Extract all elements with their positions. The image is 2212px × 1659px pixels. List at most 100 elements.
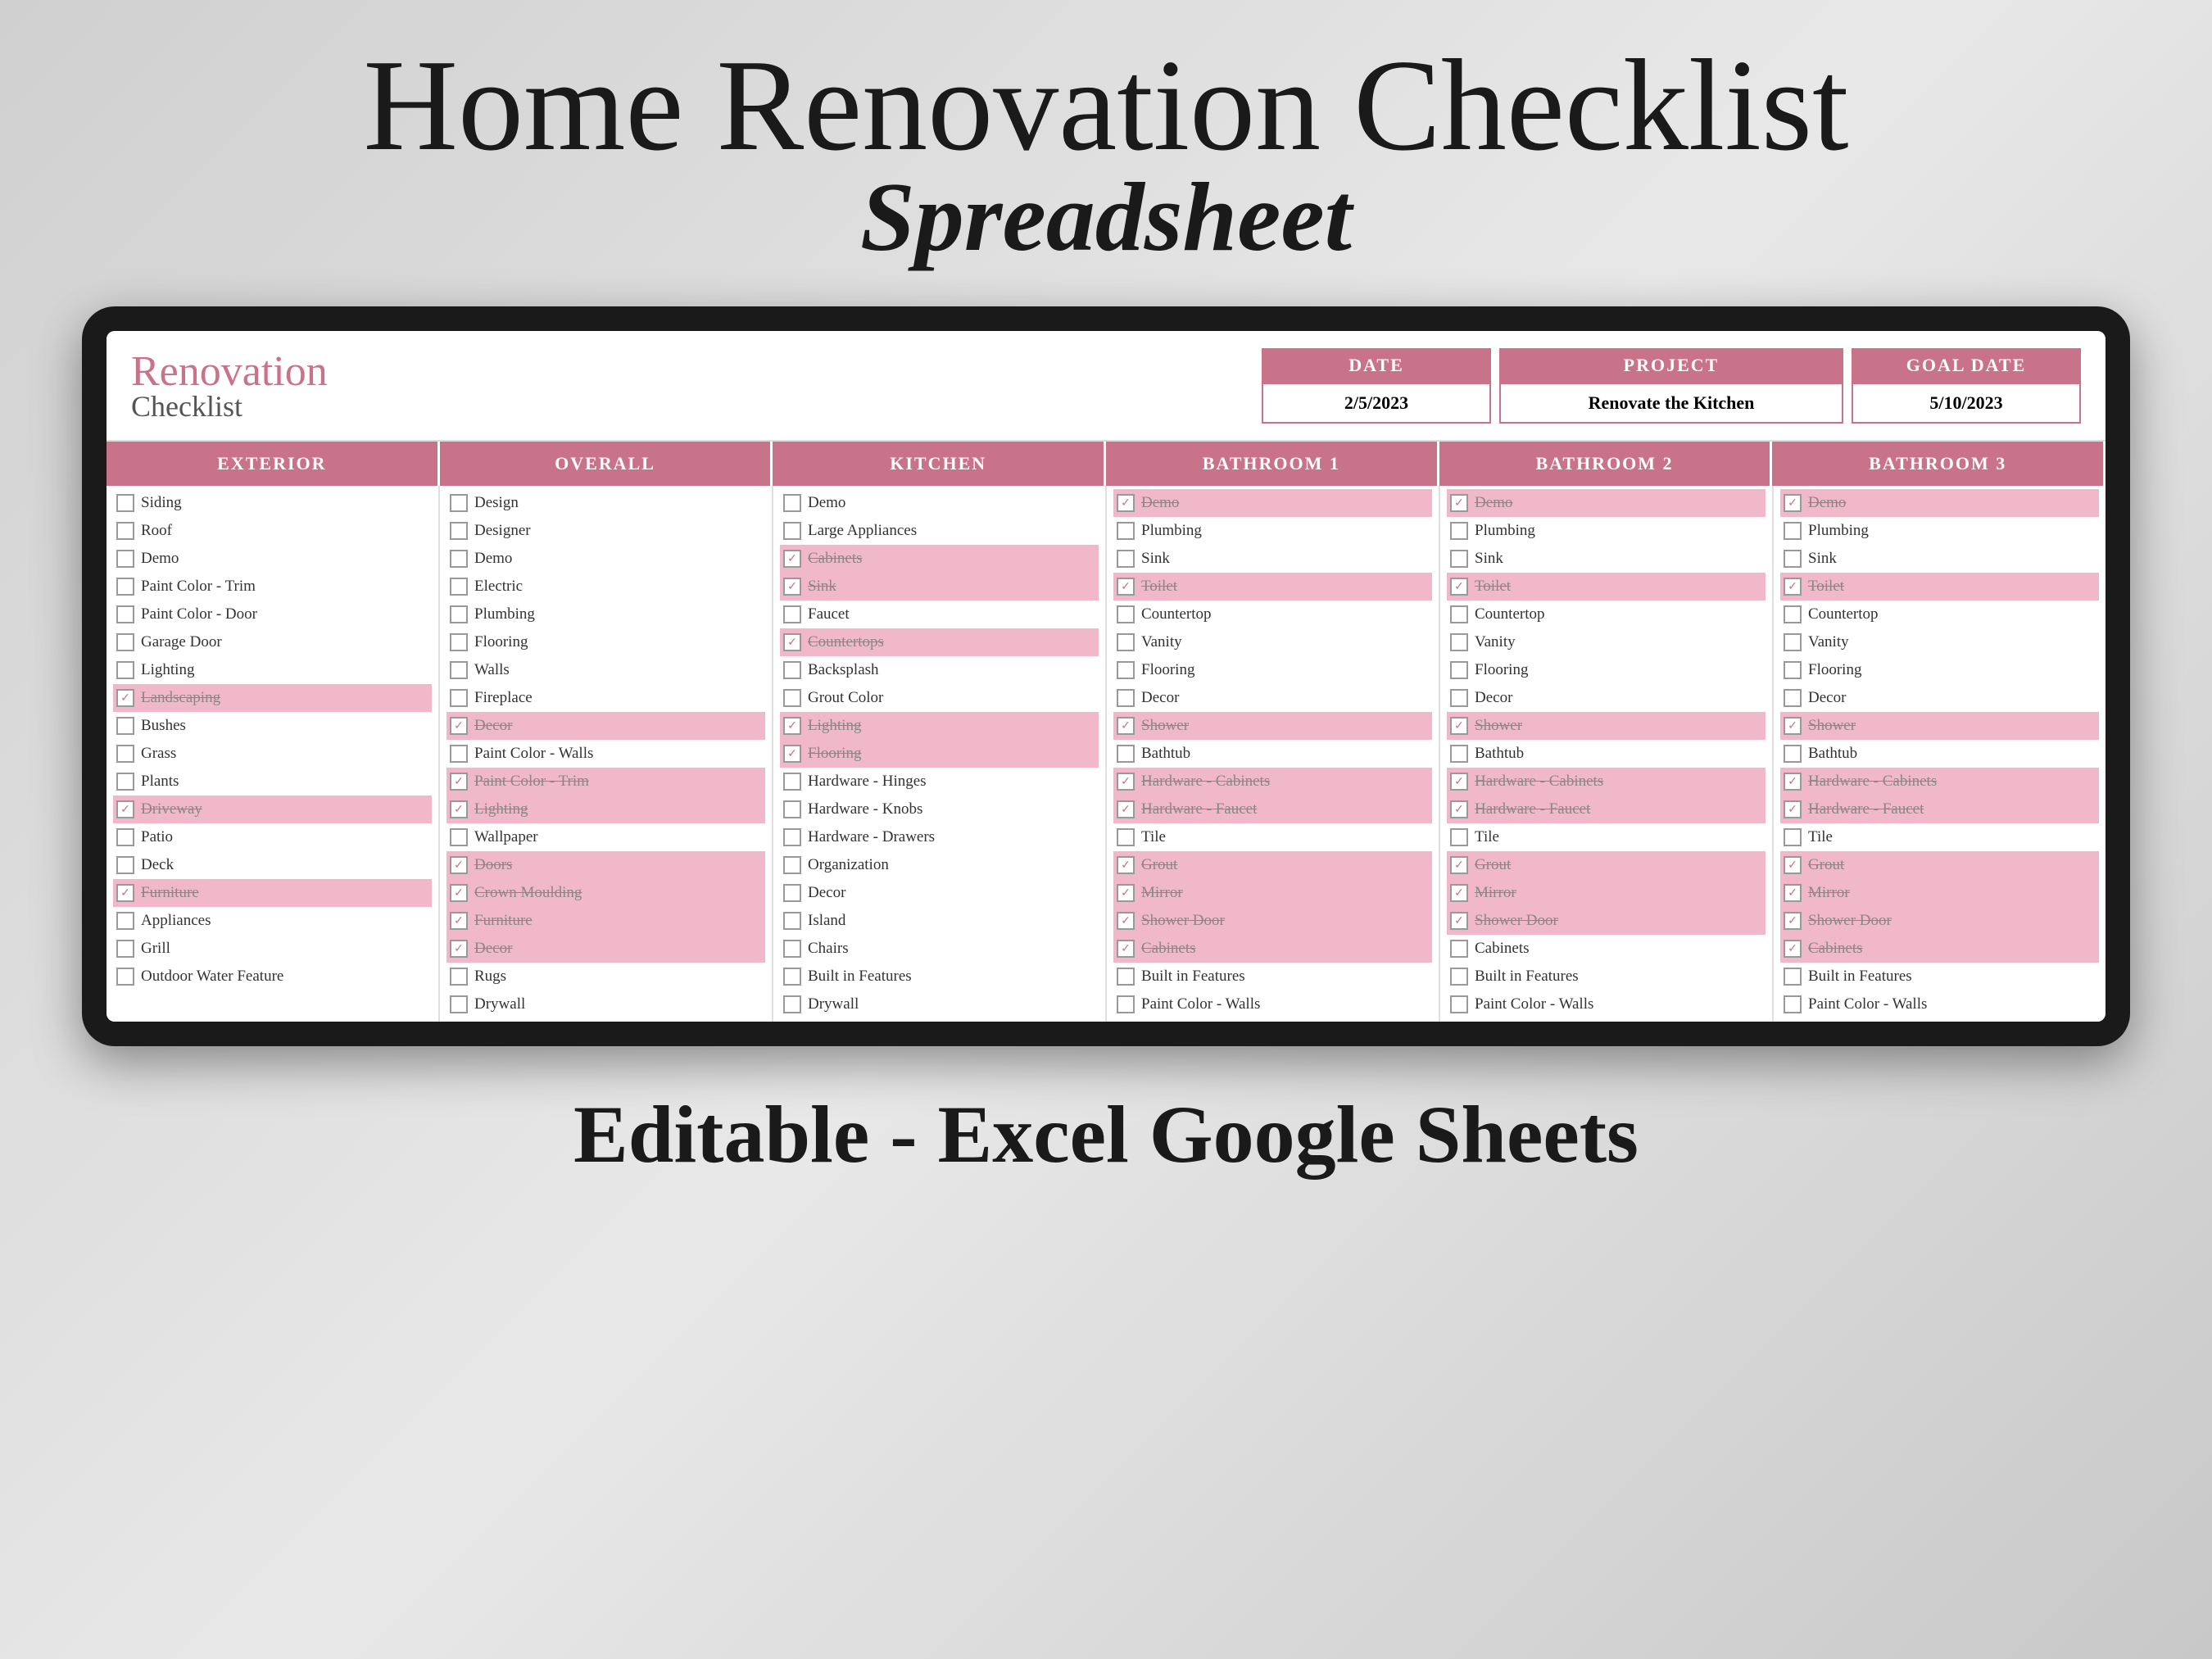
checkbox[interactable]: ✓ (1117, 940, 1135, 958)
checkbox[interactable] (783, 494, 801, 512)
checkbox[interactable]: ✓ (1784, 494, 1802, 512)
list-item[interactable]: Flooring (446, 628, 765, 656)
list-item[interactable]: Faucet (780, 601, 1099, 628)
list-item[interactable]: Hardware - Knobs (780, 796, 1099, 823)
list-item[interactable]: ✓Toilet (1447, 573, 1766, 601)
list-item[interactable]: Paint Color - Walls (446, 740, 765, 768)
list-item[interactable]: Countertop (1447, 601, 1766, 628)
list-item[interactable]: ✓Shower (1780, 712, 2099, 740)
checkbox[interactable] (450, 661, 468, 679)
date-value[interactable]: 2/5/2023 (1262, 383, 1491, 424)
list-item[interactable]: Decor (1113, 684, 1432, 712)
list-item[interactable]: Demo (113, 545, 432, 573)
checkbox[interactable]: ✓ (1450, 494, 1468, 512)
list-item[interactable]: Tile (1113, 823, 1432, 851)
list-item[interactable]: ✓Shower Door (1780, 907, 2099, 935)
checkbox[interactable] (450, 995, 468, 1013)
list-item[interactable]: Paint Color - Walls (1447, 990, 1766, 1018)
checkbox[interactable] (1450, 605, 1468, 623)
checkbox[interactable]: ✓ (1450, 773, 1468, 791)
list-item[interactable]: Sink (1447, 545, 1766, 573)
list-item[interactable]: ✓Demo (1780, 489, 2099, 517)
checkbox[interactable] (783, 828, 801, 846)
checkbox[interactable] (450, 578, 468, 596)
checkbox[interactable] (1784, 522, 1802, 540)
checkbox[interactable] (1450, 633, 1468, 651)
list-item[interactable]: ✓Lighting (780, 712, 1099, 740)
checkbox[interactable] (116, 633, 134, 651)
checkbox[interactable] (1117, 968, 1135, 986)
checkbox[interactable] (783, 940, 801, 958)
list-item[interactable]: ✓Grout (1447, 851, 1766, 879)
list-item[interactable]: Countertop (1780, 601, 2099, 628)
list-item[interactable]: Tile (1447, 823, 1766, 851)
list-item[interactable]: Plumbing (1447, 517, 1766, 545)
list-item[interactable]: ✓Shower (1113, 712, 1432, 740)
checkbox[interactable] (783, 800, 801, 818)
list-item[interactable]: ✓Shower Door (1447, 907, 1766, 935)
checkbox[interactable] (116, 661, 134, 679)
checkbox[interactable] (116, 828, 134, 846)
list-item[interactable]: ✓Mirror (1113, 879, 1432, 907)
checkbox[interactable] (1117, 605, 1135, 623)
checkbox[interactable] (1117, 661, 1135, 679)
list-item[interactable]: ✓Cabinets (780, 545, 1099, 573)
list-item[interactable]: ✓Hardware - Faucet (1780, 796, 2099, 823)
list-item[interactable]: ✓Demo (1447, 489, 1766, 517)
checkbox[interactable]: ✓ (1784, 940, 1802, 958)
list-item[interactable]: Decor (780, 879, 1099, 907)
list-item[interactable]: ✓Cabinets (1113, 935, 1432, 963)
list-item[interactable]: ✓Hardware - Cabinets (1780, 768, 2099, 796)
list-item[interactable]: ✓Paint Color - Trim (446, 768, 765, 796)
checkbox[interactable] (116, 550, 134, 568)
checkbox[interactable] (1450, 828, 1468, 846)
list-item[interactable]: Demo (446, 545, 765, 573)
list-item[interactable]: ✓Crown Moulding (446, 879, 765, 907)
list-item[interactable]: Garage Door (113, 628, 432, 656)
checkbox[interactable]: ✓ (783, 745, 801, 763)
list-item[interactable]: Vanity (1447, 628, 1766, 656)
list-item[interactable]: Bathtub (1780, 740, 2099, 768)
list-item[interactable]: ✓Grout (1113, 851, 1432, 879)
checkbox[interactable]: ✓ (783, 717, 801, 735)
list-item[interactable]: Grass (113, 740, 432, 768)
list-item[interactable]: Electric (446, 573, 765, 601)
checkbox[interactable] (1450, 745, 1468, 763)
checkbox[interactable] (783, 968, 801, 986)
checkbox[interactable] (450, 745, 468, 763)
goal-value[interactable]: 5/10/2023 (1852, 383, 2081, 424)
list-item[interactable]: Organization (780, 851, 1099, 879)
list-item[interactable]: Deck (113, 851, 432, 879)
checkbox[interactable] (116, 522, 134, 540)
checkbox[interactable] (783, 912, 801, 930)
checkbox[interactable]: ✓ (783, 633, 801, 651)
checkbox[interactable] (116, 494, 134, 512)
list-item[interactable]: Hardware - Drawers (780, 823, 1099, 851)
checkbox[interactable] (783, 689, 801, 707)
checkbox[interactable]: ✓ (116, 689, 134, 707)
checkbox[interactable] (1117, 745, 1135, 763)
checkbox[interactable]: ✓ (1784, 578, 1802, 596)
list-item[interactable]: Patio (113, 823, 432, 851)
list-item[interactable]: ✓Cabinets (1780, 935, 2099, 963)
checkbox[interactable] (1784, 689, 1802, 707)
list-item[interactable]: Built in Features (1780, 963, 2099, 990)
list-item[interactable]: Plants (113, 768, 432, 796)
checkbox[interactable] (1784, 968, 1802, 986)
list-item[interactable]: Drywall (780, 990, 1099, 1018)
list-item[interactable]: Bathtub (1113, 740, 1432, 768)
list-item[interactable]: Vanity (1780, 628, 2099, 656)
list-item[interactable]: Paint Color - Trim (113, 573, 432, 601)
list-item[interactable]: Roof (113, 517, 432, 545)
checkbox[interactable] (450, 494, 468, 512)
list-item[interactable]: ✓Mirror (1780, 879, 2099, 907)
checkbox[interactable] (783, 522, 801, 540)
list-item[interactable]: Vanity (1113, 628, 1432, 656)
list-item[interactable]: Flooring (1113, 656, 1432, 684)
checkbox[interactable] (116, 578, 134, 596)
checkbox[interactable]: ✓ (1784, 856, 1802, 874)
list-item[interactable]: Grill (113, 935, 432, 963)
list-item[interactable]: Wallpaper (446, 823, 765, 851)
checkbox[interactable] (1784, 745, 1802, 763)
checkbox[interactable] (116, 605, 134, 623)
